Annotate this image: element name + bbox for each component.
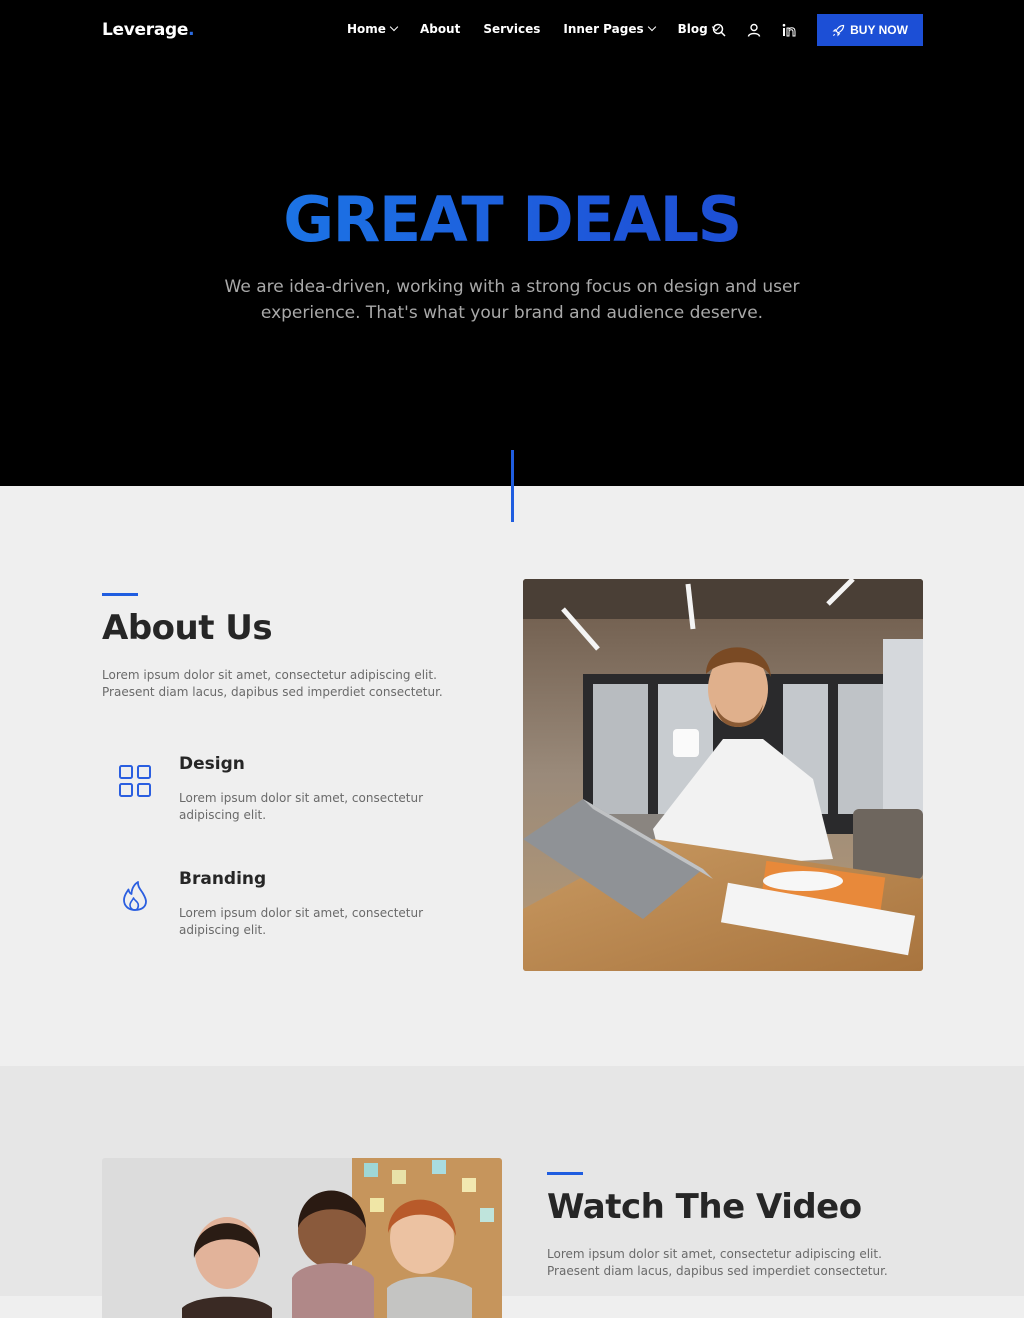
video-text: Lorem ipsum dolor sit amet, consectetur … (547, 1247, 888, 1278)
chevron-down-icon (647, 22, 656, 32)
rocket-icon (832, 24, 845, 36)
grid-icon (118, 764, 152, 798)
video-section: Watch The Video Lorem ipsum dolor sit am… (0, 1066, 1024, 1318)
nav-item-services[interactable]: Services (483, 22, 540, 36)
feature-text: Lorem ipsum dolor sit amet, consectetur … (179, 906, 424, 937)
main-menu: Home About Services Inner Pages Blog (347, 22, 742, 36)
feature-title: Branding (179, 869, 267, 889)
hero-title: GREAT DEALS (0, 183, 1024, 256)
about-photo (523, 579, 923, 971)
feature-text: Lorem ipsum dolor sit amet, consectetur … (179, 791, 424, 822)
about-title: About Us (102, 608, 273, 648)
scroll-indicator (511, 450, 514, 522)
linkedin-icon[interactable] (781, 22, 797, 38)
user-icon[interactable] (746, 22, 762, 38)
buy-now-button[interactable]: BUY NOW (817, 14, 923, 46)
feature-design: Design Lorem ipsum dolor sit amet, conse… (102, 754, 482, 844)
nav-item-inner-pages[interactable]: Inner Pages (563, 22, 656, 36)
navbar: Leverage. Home About Services Inner Page… (0, 0, 1024, 60)
hero-section: Leverage. Home About Services Inner Page… (0, 0, 1024, 486)
nav-icons (711, 22, 816, 38)
about-section: About Us Lorem ipsum dolor sit amet, con… (0, 486, 1024, 1066)
feature-branding: Branding Lorem ipsum dolor sit amet, con… (102, 869, 482, 959)
hero-subtitle: We are idea-driven, working with a stron… (224, 277, 800, 323)
feature-title: Design (179, 754, 245, 774)
section-accent-line (547, 1172, 583, 1175)
about-text: Lorem ipsum dolor sit amet, consectetur … (102, 668, 443, 699)
chevron-down-icon (389, 22, 399, 32)
nav-item-home[interactable]: Home (347, 22, 399, 36)
video-title: Watch The Video (547, 1187, 862, 1227)
video-thumbnail[interactable] (102, 1158, 502, 1318)
logo[interactable]: Leverage. (102, 20, 195, 40)
section-accent-line (102, 593, 138, 596)
search-icon[interactable] (711, 22, 727, 38)
nav-item-about[interactable]: About (420, 22, 460, 36)
flame-icon (118, 879, 152, 913)
